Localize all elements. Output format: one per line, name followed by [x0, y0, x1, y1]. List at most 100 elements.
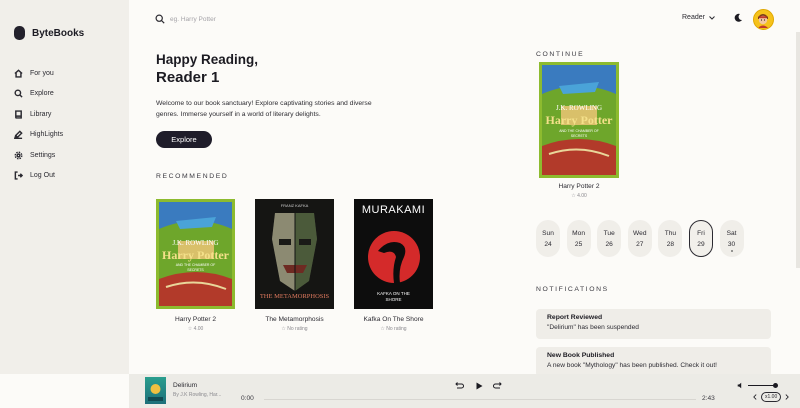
- cover-title: THE METAMORPHOSIS: [259, 293, 330, 300]
- book-cover[interactable]: MURAKAMI KAFKA ON THE SHORE: [354, 199, 433, 309]
- day-thu[interactable]: Thu 28: [658, 220, 683, 257]
- sidebar-item-explore[interactable]: Explore: [14, 84, 63, 105]
- continue-book-title: Harry Potter 2: [558, 183, 600, 190]
- player-cover[interactable]: [145, 377, 166, 404]
- volume-control: [737, 382, 778, 389]
- avatar-face-icon: [758, 14, 768, 28]
- day-name: Tue: [603, 229, 615, 237]
- notifications-title: NOTIFICATIONS: [536, 286, 609, 293]
- cover-author: J.K. ROWLING: [172, 239, 219, 247]
- continue-book-cover[interactable]: J.K. ROWLING Harry Potter AND THE CHAMBE…: [539, 62, 619, 178]
- volume-icon[interactable]: [737, 382, 744, 389]
- explore-button[interactable]: Explore: [156, 131, 212, 148]
- sidebar: ByteBooks For you Explore Library HighLi…: [0, 0, 129, 374]
- day-date: 28: [666, 240, 675, 248]
- day-name: Wed: [633, 229, 647, 237]
- notification-item[interactable]: New Book Published A new book "Mythology…: [536, 347, 771, 377]
- role-select[interactable]: Reader: [682, 14, 715, 21]
- player-author: By J.K Rowling, Har...: [173, 392, 222, 398]
- sidebar-item-highlights[interactable]: HighLights: [14, 125, 63, 146]
- search-input[interactable]: [170, 12, 370, 26]
- week-calendar: Sun 24 Mon 25 Tue 26 Wed 27 Thu 28 Fri 29 Sat 3…: [536, 220, 744, 257]
- page-title: Happy Reading,: [156, 52, 259, 67]
- faster-icon[interactable]: [784, 394, 790, 400]
- speed-badge[interactable]: x1.00: [761, 392, 782, 402]
- sidebar-item-log-out[interactable]: Log Out: [14, 166, 63, 187]
- brand[interactable]: ByteBooks: [14, 26, 84, 40]
- cover-subtitle: AND THE CHAMBER OF SECRETS: [175, 263, 216, 272]
- day-date: 24: [544, 240, 552, 248]
- slower-icon[interactable]: [752, 394, 758, 400]
- continue-book-rating: ☆ 4.00: [571, 193, 587, 199]
- notification-body: "Delirium" has been suspended: [547, 324, 639, 331]
- logo-icon: [14, 26, 25, 40]
- forward-icon[interactable]: [493, 381, 503, 391]
- cover-author: FRANZ KAFKA: [280, 203, 309, 208]
- sidebar-item-library[interactable]: Library: [14, 104, 63, 125]
- volume-knob[interactable]: [773, 382, 778, 388]
- day-wed[interactable]: Wed 27: [627, 220, 652, 257]
- book-card[interactable]: FRANZ KAFKA THE METAMORPHOSIS The Metamo…: [255, 199, 334, 332]
- volume-slider[interactable]: [748, 382, 778, 388]
- cover-title: KAFKA ON THE SHORE: [377, 291, 410, 302]
- sidebar-item-for-you[interactable]: For you: [14, 63, 63, 84]
- sidebar-item-label: Library: [30, 110, 52, 118]
- day-name: Fri: [697, 229, 705, 237]
- sidebar-item-settings[interactable]: Settings: [14, 145, 63, 166]
- logout-icon: [14, 171, 23, 180]
- intro-text: Welcome to our book sanctuary! Explore c…: [156, 100, 372, 118]
- book-rating: ☆ 4.00: [187, 326, 204, 332]
- day-mon[interactable]: Mon 25: [566, 220, 591, 257]
- avatar[interactable]: [753, 9, 774, 30]
- chevron-down-icon: [709, 15, 715, 20]
- user-name: Reader 1: [156, 69, 220, 86]
- day-name: Sat: [726, 229, 737, 237]
- sidebar-item-label: Settings: [30, 151, 56, 159]
- book-title: Harry Potter 2: [174, 316, 217, 323]
- player-total-time: 2:43: [702, 395, 715, 402]
- gear-icon: [14, 151, 23, 160]
- book-rating: ☆ No rating: [380, 326, 407, 332]
- day-sun[interactable]: Sun 24: [536, 220, 560, 257]
- player-progress[interactable]: [264, 399, 696, 401]
- sidebar-item-label: HighLights: [30, 131, 64, 139]
- book-icon: [15, 110, 22, 119]
- day-date: 26: [605, 240, 613, 248]
- play-icon[interactable]: [474, 381, 484, 391]
- notification-item[interactable]: Report Reviewed "Delirium" has been susp…: [536, 309, 771, 339]
- home-icon: [14, 69, 23, 78]
- player-current-time: 0:00: [241, 395, 254, 402]
- book-cover[interactable]: J.K. ROWLING Harry Potter AND THE CHAMBE…: [156, 199, 235, 309]
- brand-name: ByteBooks: [32, 27, 85, 39]
- book-rating: ☆ No rating: [281, 326, 308, 332]
- moon-icon[interactable]: [733, 13, 743, 23]
- day-name: Thu: [664, 229, 677, 237]
- notification-heading: Report Reviewed: [547, 314, 603, 321]
- scrollbar[interactable]: [796, 32, 800, 268]
- book-title: The Metamorphosis: [265, 316, 324, 323]
- search-icon: [155, 14, 165, 24]
- continue-title: CONTINUE: [536, 51, 585, 58]
- cover-title: Harry Potter: [545, 113, 613, 127]
- day-date: 30: [727, 240, 736, 248]
- cover-author: MURAKAMI: [361, 204, 426, 216]
- sidebar-item-label: For you: [30, 69, 54, 77]
- speed-control: x1.00: [752, 392, 790, 402]
- day-date: 25: [574, 240, 583, 248]
- role-select-label: Reader: [682, 14, 705, 21]
- player-cover-art: [148, 384, 163, 401]
- day-fri[interactable]: Fri 29: [688, 220, 713, 257]
- cover-title: Harry Potter: [162, 248, 229, 262]
- book-title: Kafka On The Shore: [363, 316, 424, 323]
- rewind-icon[interactable]: [454, 381, 464, 391]
- day-sat[interactable]: Sat 30: [719, 220, 744, 257]
- cover-subtitle: AND THE CHAMBER OF SECRETS: [559, 129, 599, 138]
- notification-heading: New Book Published: [547, 352, 615, 359]
- day-name: Sun: [542, 229, 554, 237]
- sidebar-item-label: Explore: [30, 90, 54, 98]
- day-tue[interactable]: Tue 26: [597, 220, 622, 257]
- book-card[interactable]: MURAKAMI KAFKA ON THE SHORE Kafka On The…: [354, 199, 433, 332]
- book-card[interactable]: J.K. ROWLING Harry Potter AND THE CHAMBE…: [156, 199, 235, 332]
- book-cover[interactable]: FRANZ KAFKA THE METAMORPHOSIS: [255, 199, 334, 309]
- search-icon: [14, 89, 23, 98]
